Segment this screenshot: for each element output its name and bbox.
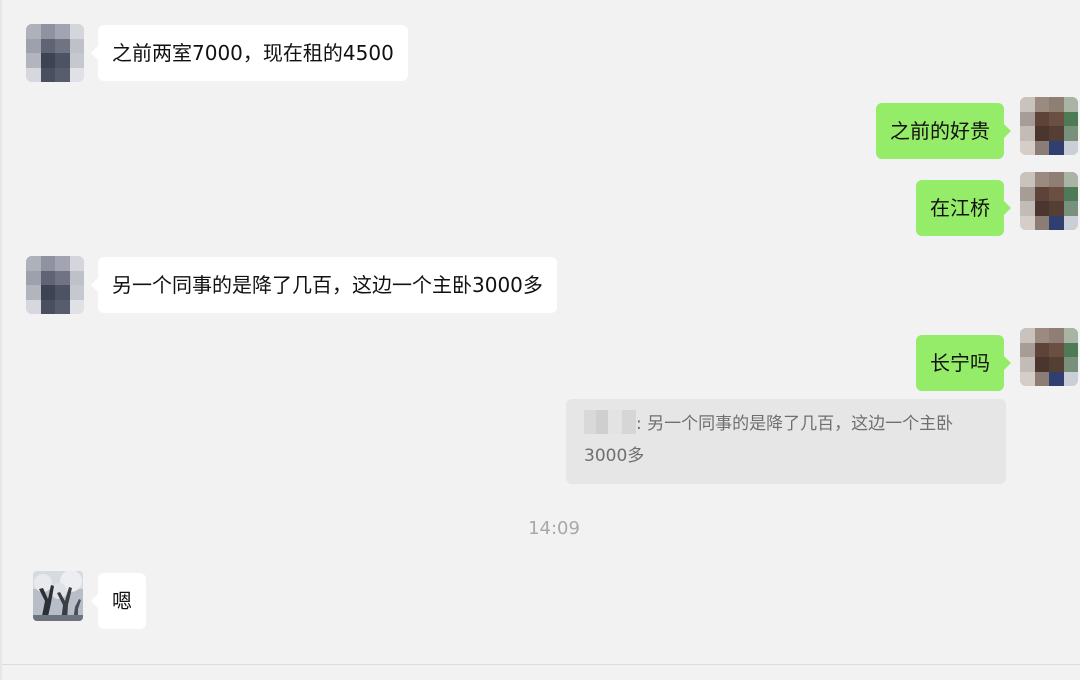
message-text: 之前两室7000，现在租的4500 [112, 41, 394, 65]
pixelated-avatar-icon [26, 24, 84, 82]
quote-separator: : [636, 414, 648, 434]
quoted-sender-name-redacted [584, 410, 636, 434]
contact-avatar[interactable] [26, 24, 84, 82]
message-bubble[interactable]: 长宁吗 [916, 335, 1011, 391]
message-text: 长宁吗 [930, 351, 990, 375]
contact-avatar[interactable] [26, 256, 84, 314]
input-area-divider [2, 664, 1080, 665]
message-text: 在江桥 [930, 196, 990, 220]
pixelated-avatar-icon [1020, 172, 1078, 230]
message-text: 嗯 [112, 589, 132, 613]
quoted-message[interactable]: : 另一个同事的是降了几百，这边一个主卧3000多 [566, 399, 1006, 484]
message-bubble[interactable]: 另一个同事的是降了几百，这边一个主卧3000多 [91, 257, 557, 313]
message-text: 之前的好贵 [890, 119, 990, 143]
contact-photo-avatar[interactable] [33, 571, 83, 621]
pixelated-avatar-icon [1020, 328, 1078, 386]
tree-photo-icon [33, 571, 83, 621]
message-text: 另一个同事的是降了几百，这边一个主卧3000多 [112, 273, 543, 297]
self-avatar[interactable] [1020, 172, 1078, 230]
chat-window: 之前两室7000，现在租的4500 之前的好贵 在江桥 另一个同事的是降了几百，… [0, 0, 1080, 680]
pixelated-avatar-icon [1020, 97, 1078, 155]
self-avatar[interactable] [1020, 97, 1078, 155]
message-bubble[interactable]: 在江桥 [916, 180, 1011, 236]
pixelated-avatar-icon [26, 256, 84, 314]
message-timestamp: 14:09 [528, 518, 580, 539]
message-bubble[interactable]: 之前的好贵 [876, 103, 1011, 159]
message-bubble[interactable]: 嗯 [91, 573, 146, 629]
message-bubble[interactable]: 之前两室7000，现在租的4500 [91, 25, 408, 81]
self-avatar[interactable] [1020, 328, 1078, 386]
